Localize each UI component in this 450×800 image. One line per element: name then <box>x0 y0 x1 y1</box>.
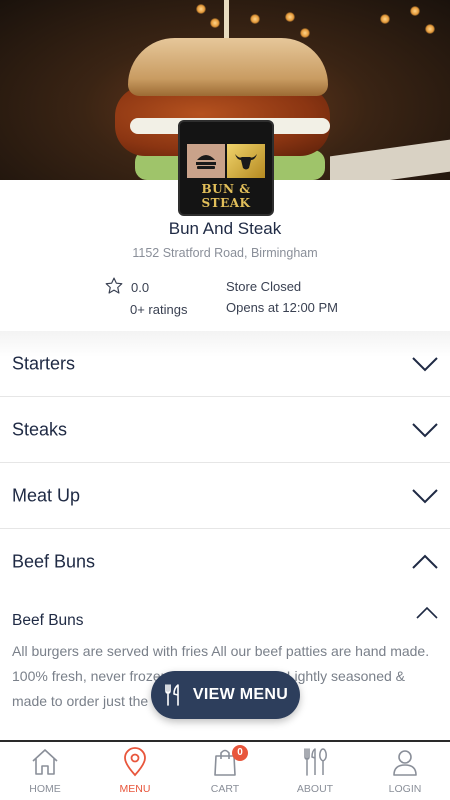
burger-bun <box>128 38 328 96</box>
nav-label: ABOUT <box>296 783 334 795</box>
chevron-up-icon <box>412 554 438 569</box>
nav-about[interactable]: ABOUT <box>270 742 360 800</box>
cutlery-icon <box>165 684 179 706</box>
star-icon <box>105 277 123 294</box>
bokeh-light <box>285 12 295 22</box>
home-icon <box>32 749 58 775</box>
bokeh-light <box>210 18 220 28</box>
category-beef-buns[interactable]: Beef Buns <box>0 529 450 595</box>
chevron-down-icon <box>412 356 438 371</box>
bull-logo-icon <box>227 144 265 178</box>
bokeh-light <box>425 24 435 34</box>
ratings-count: 0+ ratings <box>130 302 188 317</box>
category-title: Meat Up <box>12 485 81 505</box>
category-title: Starters <box>12 353 76 373</box>
category-title: Beef Buns <box>12 551 96 572</box>
rating-value: 0.0 <box>131 280 150 295</box>
store-name: Bun And Steak <box>168 219 282 238</box>
view-menu-label: VIEW MENU <box>192 686 289 703</box>
cart-count-badge: 0 <box>232 745 248 761</box>
chevron-down-icon <box>412 488 438 503</box>
bokeh-light <box>196 4 206 14</box>
bokeh-light <box>410 6 420 16</box>
store-status: Store Closed <box>226 279 302 294</box>
burger-logo-icon <box>187 144 225 178</box>
nav-menu[interactable]: MENU <box>90 742 180 800</box>
nav-label: HOME <box>29 783 61 795</box>
bokeh-light <box>380 14 390 24</box>
category-title: Steaks <box>12 419 68 439</box>
chevron-down-icon <box>412 422 438 437</box>
category-meat-up[interactable]: Meat Up <box>0 463 450 529</box>
user-icon <box>393 750 417 776</box>
bottom-navigation: HOME MENU 0 CART ABOUT LOGIN <box>0 740 450 800</box>
category-starters[interactable]: Starters <box>0 331 450 397</box>
opens-at: Opens at 12:00 PM <box>226 300 339 315</box>
nav-cart[interactable]: 0 CART <box>180 742 270 800</box>
nav-label: MENU <box>119 783 151 795</box>
location-pin-icon <box>124 747 146 777</box>
nav-login[interactable]: LOGIN <box>360 742 450 800</box>
cutlery-icon <box>304 748 327 776</box>
store-address: 1152 Stratford Road, Birmingham <box>132 246 318 260</box>
bokeh-light <box>250 14 260 24</box>
nav-label: LOGIN <box>388 783 422 795</box>
serving-board <box>330 139 450 180</box>
bokeh-light <box>300 28 310 38</box>
subcategory-title[interactable]: Beef Buns <box>12 612 84 630</box>
store-logo: BUN & STEAK <box>178 120 274 216</box>
view-menu-button[interactable]: VIEW MENU <box>151 671 300 719</box>
nav-home[interactable]: HOME <box>0 742 90 800</box>
chevron-up-icon[interactable] <box>416 606 438 620</box>
nav-label: CART <box>210 783 240 795</box>
logo-wordmark: BUN & STEAK <box>201 182 251 210</box>
category-steaks[interactable]: Steaks <box>0 397 450 463</box>
